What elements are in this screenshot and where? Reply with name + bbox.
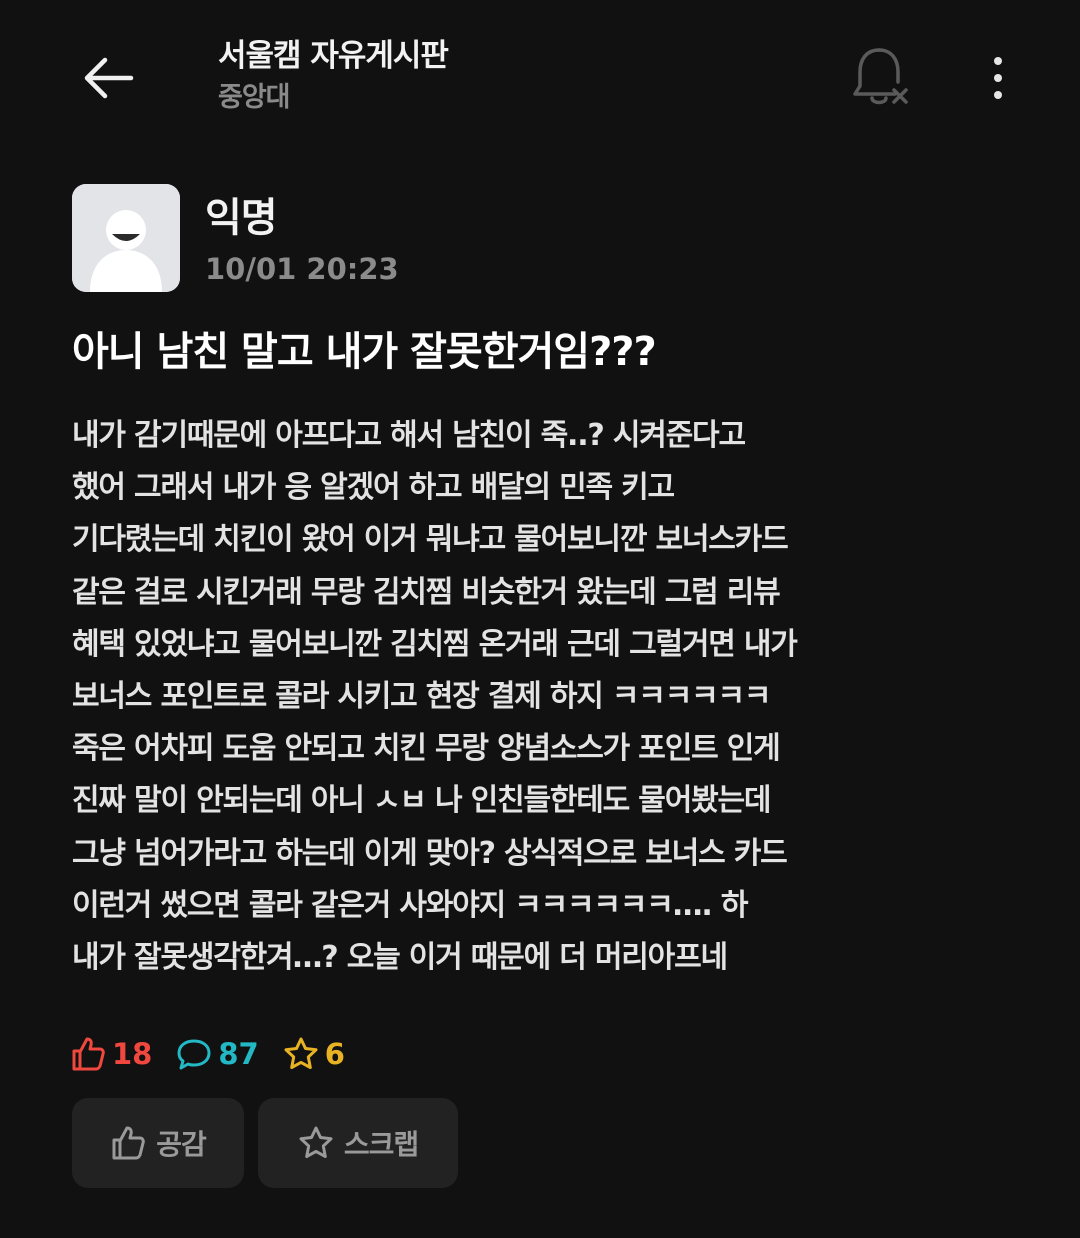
board-header: 서울캠 자유게시판 중앙대	[218, 36, 449, 120]
post-body-line: 죽은 어차피 도움 안되고 치킨 무랑 양념소스가 포인트 인게	[72, 731, 781, 767]
thumbs-up-icon	[72, 1037, 105, 1071]
post-body-line: 같은 걸로 시킨거래 무랑 김치찜 비슷한거 왔는데 그럼 리뷰	[72, 574, 781, 610]
post-body-line: 했어 그래서 내가 응 알겠어 하고 배달의 민족 키고	[72, 470, 675, 506]
star-icon	[299, 1126, 333, 1158]
post-timestamp: 10/01 20:23	[205, 252, 399, 286]
scrap-count: 6	[283, 1036, 345, 1072]
more-dot	[994, 74, 1002, 82]
app-header: 서울캠 자유게시판 중앙대	[0, 0, 1080, 150]
post-body: 내가 감기때문에 아프다고 해서 남친이 죽..? 시켜준다고 했어 그래서 내…	[72, 410, 1017, 984]
arrow-left-icon	[84, 57, 134, 99]
author-name: 익명	[205, 195, 278, 241]
scrap-count-value: 6	[324, 1037, 345, 1071]
like-count-value: 18	[112, 1037, 153, 1071]
scrap-button[interactable]: 스크랩	[258, 1098, 458, 1188]
post-body-line: 내가 감기때문에 아프다고 해서 남친이 죽..? 시켜준다고	[72, 418, 746, 453]
more-dot	[994, 91, 1002, 99]
back-button[interactable]	[78, 50, 138, 106]
more-vertical-icon	[994, 57, 1002, 65]
post-body-line: 진짜 말이 안되는데 아니 ㅅㅂ 나 인친들한테도 물어봤는데	[72, 783, 772, 819]
post-body-line: 기다렸는데 치킨이 왔어 이거 뭐냐고 물어보니깐 보너스카드	[72, 522, 789, 558]
post-body-line: 보너스 포인트로 콜라 시키고 현장 결제 하지 ㅋㅋㅋㅋㅋㅋ	[72, 679, 772, 715]
comment-count: 87	[176, 1036, 259, 1072]
post-title: 아니 남친 말고 내가 잘못한거임???	[72, 329, 657, 375]
notification-toggle-button[interactable]	[852, 44, 912, 110]
like-button-label: 공감	[156, 1128, 207, 1161]
post-body-line: 이런거 썼으면 콜라 같은거 사와야지 ㅋㅋㅋㅋㅋㅋ…. 하	[72, 887, 748, 923]
post-actions: 공감 스크랩	[72, 1098, 458, 1188]
comment-bubble-icon	[177, 1039, 211, 1070]
anonymous-avatar-icon	[72, 184, 180, 292]
post-body-line: 그냥 넘어가라고 하는데 이게 맞아? 상식적으로 보너스 카드	[72, 835, 788, 871]
board-title: 서울캠 자유게시판	[218, 38, 449, 74]
thumbs-up-icon	[112, 1126, 145, 1160]
scrap-button-label: 스크랩	[343, 1128, 419, 1161]
star-icon	[284, 1037, 318, 1069]
like-count: 18	[70, 1036, 152, 1072]
avatar-silhouette	[72, 184, 180, 292]
bell-off-icon	[853, 48, 908, 105]
board-subtitle: 중앙대	[218, 82, 291, 113]
post-stats: 18 87 6	[70, 1030, 369, 1078]
more-options-button[interactable]	[976, 50, 1020, 106]
like-button[interactable]: 공감	[72, 1098, 244, 1188]
comment-count-value: 87	[218, 1037, 259, 1071]
post-body-line: 내가 잘못생각한겨…? 오늘 이거 때문에 더 머리아프네	[72, 940, 728, 976]
post-body-line: 혜택 있었냐고 물어보니깐 김치찜 온거래 근데 그럴거면 내가	[72, 626, 798, 662]
post-author: 익명 10/01 20:23	[72, 184, 772, 294]
